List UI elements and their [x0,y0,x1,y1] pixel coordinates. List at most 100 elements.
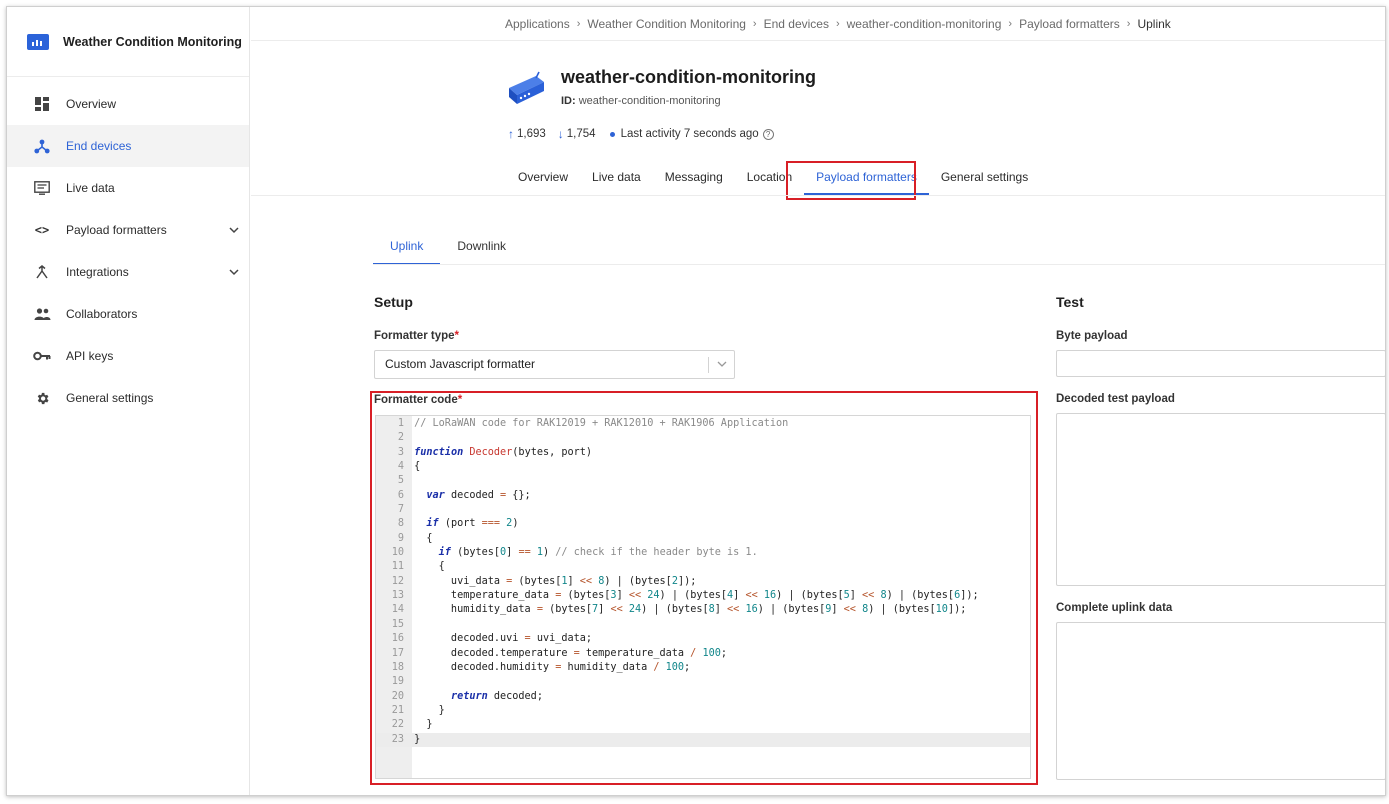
tab-messaging[interactable]: Messaging [653,159,735,195]
code-line[interactable]: 2 [376,431,1030,445]
breadcrumb-link[interactable]: weather-condition-monitoring [847,17,1002,31]
tab-general-settings[interactable]: General settings [929,159,1040,195]
tabs-divider [251,195,1385,196]
line-number: 17 [391,647,404,659]
line-number: 16 [391,633,404,645]
arrow-up-icon: ↑ [508,127,514,141]
line-number: 10 [391,547,404,559]
downlink-count: 1,754 [566,128,596,140]
sidebar-item-live-data[interactable]: Live data [7,167,249,209]
code-line[interactable]: 3 function Decoder(bytes, port) [376,446,1030,460]
line-number: 14 [391,604,404,616]
collaborators-icon [33,306,51,322]
subtab-downlink[interactable]: Downlink [440,229,523,265]
sidebar-item-end-devices[interactable]: End devices [7,125,249,167]
line-number: 6 [397,489,404,501]
code-text: // LoRaWAN code for RAK12019 + RAK12010 … [414,418,789,429]
chevron-right-icon: › [1126,17,1131,30]
code-line[interactable]: 7 [376,503,1030,517]
chevron-down-icon[interactable] [229,223,239,237]
code-line[interactable]: 1 // LoRaWAN code for RAK12019 + RAK1201… [376,417,1030,431]
breadcrumb-link[interactable]: End devices [764,17,829,31]
code-line[interactable]: 5 [376,474,1030,488]
code-line[interactable]: 4 { [376,460,1030,474]
sidebar: Weather Condition Monitoring Overview En… [7,7,250,795]
breadcrumb-link[interactable]: Applications [505,17,570,31]
device-icon [506,70,546,106]
code-line[interactable]: 17 decoded.temperature = temperature_dat… [376,647,1030,661]
sidebar-item-overview[interactable]: Overview [7,83,249,125]
gear-icon [33,390,51,406]
key-icon [33,348,51,364]
tab-overview[interactable]: Overview [506,159,580,195]
code-text: } [408,704,445,716]
breadcrumb-current: Uplink [1137,16,1171,31]
sidebar-item-label: Overview [66,97,117,111]
sidebar-item-api-keys[interactable]: API keys [7,335,249,377]
byte-payload-label: Byte payload [1056,330,1128,342]
code-line[interactable]: 18 decoded.humidity = humidity_data / 10… [376,661,1030,675]
code-line[interactable]: 13 temperature_data = (bytes[3] << 24) |… [376,589,1030,603]
sidebar-item-general-settings[interactable]: General settings [7,377,249,419]
line-number: 4 [397,461,404,473]
subtab-uplink[interactable]: Uplink [373,229,441,265]
integrations-icon [33,264,51,280]
devices-icon [33,138,51,154]
byte-payload-input[interactable] [1056,350,1385,377]
brand[interactable]: Weather Condition Monitoring [7,7,249,77]
code-text: uvi_data = (bytes[1] << 8) | (bytes[2]); [408,575,697,587]
sidebar-item-collaborators[interactable]: Collaborators [7,293,249,335]
code-line[interactable]: 20 return decoded; [376,690,1030,704]
code-text: decoded.uvi = uvi_data; [408,633,593,645]
sidebar-item-integrations[interactable]: Integrations [7,251,249,293]
chevron-down-icon[interactable] [229,265,239,279]
breadcrumb: Applications › Weather Condition Monitor… [251,7,1385,41]
code-line[interactable]: 14 humidity_data = (bytes[7] << 24) | (b… [376,603,1030,617]
breadcrumb-link[interactable]: Payload formatters [1019,17,1120,31]
sidebar-item-payload-formatters[interactable]: <> Payload formatters [7,209,249,251]
line-number: 2 [397,432,404,444]
code-line[interactable]: 8 if (port === 2) [376,517,1030,531]
code-line[interactable]: 22 } [376,718,1030,732]
code-line[interactable]: 23 } [376,732,1030,747]
code-line[interactable]: 15 [376,618,1030,632]
code-line[interactable]: 19 [376,675,1030,689]
code-line[interactable]: 12 uvi_data = (bytes[1] << 8) | (bytes[2… [376,575,1030,589]
line-number: 1 [397,418,404,429]
complete-uplink-data-label: Complete uplink data [1056,602,1173,614]
code-text: if (bytes[0] == 1) // check if the heade… [438,547,758,559]
code-text: if (port === 2) [426,518,519,530]
decoded-test-payload-area[interactable] [1056,413,1385,586]
line-number: 12 [391,575,404,587]
chevron-right-icon: › [835,17,840,30]
line-number: 21 [391,704,404,716]
code-line[interactable]: 21 } [376,704,1030,718]
code-line[interactable]: 9 { [376,532,1030,546]
line-number: 19 [391,676,404,688]
breadcrumb-link[interactable]: Weather Condition Monitoring [587,17,746,31]
code-line[interactable]: 10 if (bytes[0] == 1) // check if the he… [376,546,1030,560]
status-dot-icon [609,131,615,137]
line-number: 11 [391,561,404,573]
line-number: 15 [391,618,404,630]
formatter-subtabs: Uplink Downlink [373,229,523,265]
code-text: decoded.humidity = humidity_data / 100; [408,661,691,673]
formatter-code-editor[interactable]: 1 // LoRaWAN code for RAK12019 + RAK1201… [375,415,1031,779]
sidebar-item-label: End devices [66,139,132,153]
tab-live-data[interactable]: Live data [580,159,653,195]
code-line[interactable]: 11 { [376,560,1030,574]
line-number: 5 [397,475,404,487]
code-line[interactable]: 6 var decoded = {}; [376,489,1030,503]
device-tabs: Overview Live data Messaging Location Pa… [506,159,1040,195]
code-text: { [408,561,445,573]
chevron-down-icon [717,351,727,388]
formatter-type-select[interactable]: Custom Javascript formatter [374,350,735,379]
code-icon: <> [34,223,50,237]
code-text: { [408,532,433,544]
help-icon[interactable]: ? [762,128,774,140]
code-lines[interactable]: 1 // LoRaWAN code for RAK12019 + RAK1201… [376,417,1030,747]
code-line[interactable]: 16 decoded.uvi = uvi_data; [376,632,1030,646]
complete-uplink-data-area[interactable] [1056,622,1385,780]
